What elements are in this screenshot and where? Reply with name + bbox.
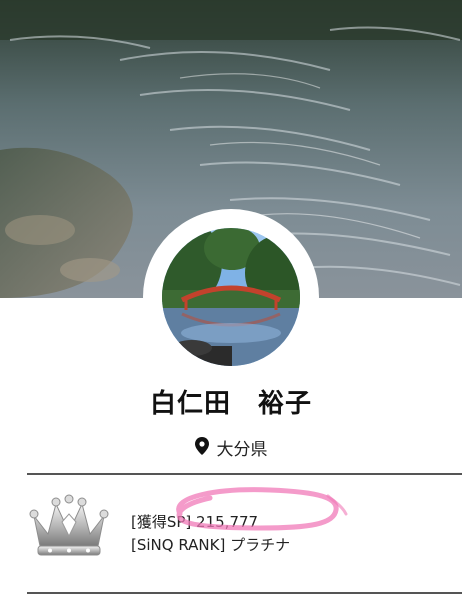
- rank-row: [SiNQ RANK] プラチナ: [131, 534, 290, 557]
- location-row: 大分県: [0, 435, 462, 460]
- rank-info: [獲得SP] 215,777 [SiNQ RANK] プラチナ: [131, 511, 290, 557]
- rank-value: プラチナ: [230, 536, 291, 554]
- divider-bottom: [27, 592, 462, 594]
- location-pin-icon: [194, 436, 209, 459]
- platinum-crown-icon: [26, 494, 112, 564]
- sp-row: [獲得SP] 215,777: [131, 511, 290, 534]
- sp-value: 215,777: [196, 513, 259, 531]
- profile-name: 白仁田 裕子: [149, 389, 312, 419]
- divider-top: [27, 473, 462, 475]
- location-text: 大分県: [216, 440, 268, 460]
- sp-label: [獲得SP]: [131, 513, 197, 531]
- avatar[interactable]: [162, 228, 300, 366]
- rank-label: [SiNQ RANK]: [131, 536, 231, 554]
